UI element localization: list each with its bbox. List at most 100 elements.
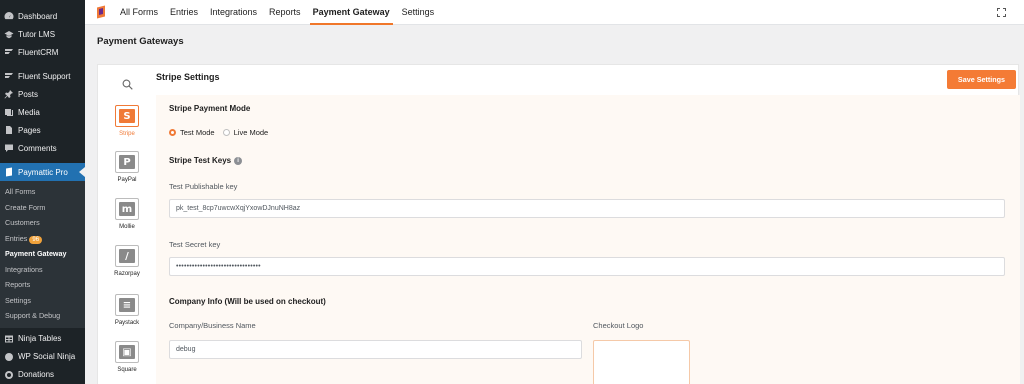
social-ninja-icon [4, 352, 14, 362]
pages-icon [4, 125, 14, 135]
gateway-label: Paystack [114, 320, 140, 326]
gateway-paystack[interactable]: ≡ Paystack [98, 294, 156, 326]
submenu-item-create-form[interactable]: Create Form [0, 200, 85, 216]
submenu-item-payment-gateway[interactable]: Payment Gateway [0, 246, 85, 262]
test-mode-radio[interactable] [169, 129, 176, 136]
secret-key-input[interactable]: •••••••••••••••••••••••••••••••• [169, 257, 1005, 276]
entries-count-badge: 96 [29, 235, 43, 244]
submenu-item-all-forms[interactable]: All Forms [0, 184, 85, 200]
paymattic-logo-icon [97, 5, 105, 18]
fluent-support-icon [4, 71, 14, 81]
square-icon: ▣ [119, 345, 135, 359]
submenu-item-integrations[interactable]: Integrations [0, 262, 85, 278]
sidebar-item-tutor-lms[interactable]: Tutor LMS [0, 25, 85, 43]
sidebar-item-label: Paymattic Pro [18, 167, 68, 177]
paymattic-icon [4, 167, 14, 177]
submenu-item-support-debug[interactable]: Support & Debug [0, 308, 85, 324]
submenu-item-customers[interactable]: Customers [0, 215, 85, 231]
test-mode-label: Test Mode [180, 128, 215, 137]
submenu-item-entries[interactable]: Entries 96 [0, 231, 85, 247]
table-icon [4, 334, 14, 344]
page-title: Payment Gateways [97, 36, 184, 47]
search-icon[interactable] [122, 79, 133, 90]
gateway-label: Razorpay [114, 271, 140, 277]
sidebar-item-wp-social-ninja[interactable]: WP Social Ninja [0, 348, 85, 366]
gateway-paypal[interactable]: P PayPal [98, 151, 156, 183]
mollie-icon: m [119, 202, 135, 216]
mortarboard-icon [4, 29, 14, 39]
media-icon [4, 107, 14, 117]
sidebar-item-fluent-support[interactable]: Fluent Support [0, 67, 85, 85]
submenu-item-reports[interactable]: Reports [0, 277, 85, 293]
sidebar-item-label: Donations [18, 370, 55, 379]
settings-title: Stripe Settings [156, 72, 220, 82]
gateway-square-logo: ▣ [115, 341, 139, 363]
sidebar-item-pages[interactable]: Pages [0, 121, 85, 139]
save-settings-button[interactable]: Save Settings [947, 70, 1016, 89]
donations-icon [4, 370, 14, 380]
payment-mode-heading: Stripe Payment Mode [169, 104, 251, 113]
submenu-item-settings[interactable]: Settings [0, 293, 85, 309]
nav-settings[interactable]: Settings [402, 0, 435, 25]
gateway-square[interactable]: ▣ Square [98, 341, 156, 373]
business-name-label: Company/Business Name [169, 321, 256, 330]
sidebar-item-label: Dashboard [18, 11, 58, 21]
sidebar-item-media[interactable]: Media [0, 103, 85, 121]
razorpay-icon: / [119, 249, 135, 263]
paystack-icon: ≡ [119, 298, 135, 312]
business-name-input[interactable]: debug [169, 340, 582, 359]
gateway-list: S Stripe P PayPal m Mollie / Razorpay ≡ … [98, 65, 156, 384]
sidebar-item-label: FluentCRM [18, 47, 59, 57]
nav-reports[interactable]: Reports [269, 0, 301, 25]
secret-key-label: Test Secret key [169, 240, 221, 249]
publishable-key-label: Test Publishable key [169, 182, 238, 191]
stripe-icon: S [119, 109, 135, 123]
gateway-razorpay-logo: / [115, 245, 139, 267]
gateway-label: PayPal [117, 177, 137, 183]
live-mode-radio[interactable] [222, 129, 230, 136]
test-keys-heading-text: Stripe Test Keys [169, 156, 232, 165]
sidebar-item-label: Fluent Support [18, 71, 71, 81]
live-mode-label: Live Mode [233, 128, 269, 137]
sidebar-item-comments[interactable]: Comments [0, 139, 85, 157]
sidebar-item-paymattic-pro[interactable]: Paymattic Pro [0, 163, 85, 181]
nav-payment-gateway[interactable]: Payment Gateway [309, 0, 393, 25]
gateway-label: Mollie [119, 224, 135, 230]
sidebar-item-dashboard[interactable]: Dashboard [0, 7, 85, 25]
sidebar-item-label: Media [18, 107, 40, 117]
paymattic-submenu: All Forms Create Form Customers Entries 9… [0, 181, 85, 328]
paypal-icon: P [119, 155, 135, 169]
sidebar-item-label: Pages [18, 125, 41, 135]
sidebar-item-ninja-tables[interactable]: Ninja Tables [0, 330, 85, 348]
fullscreen-icon[interactable] [997, 8, 1006, 17]
submenu-item-label: Entries [5, 233, 28, 243]
stripe-settings-panel: Stripe Payment Mode Test Mode Live Mode … [156, 95, 1020, 384]
sidebar-item-posts[interactable]: Posts [0, 85, 85, 103]
publishable-key-input[interactable]: pk_test_8cp7uwcwXqjYxowDJnuNH8az [169, 199, 1005, 218]
gateway-label: Stripe [119, 131, 135, 137]
sidebar-item-donations[interactable]: Donations [0, 366, 85, 384]
nav-integrations[interactable]: Integrations [210, 0, 257, 25]
sidebar-item-label: WP Social Ninja [18, 352, 76, 361]
company-info-heading: Company Info (Will be used on checkout) [169, 297, 326, 306]
gateway-razorpay[interactable]: / Razorpay [98, 245, 156, 277]
nav-entries[interactable]: Entries [170, 0, 198, 25]
payment-mode-radio-group: Test Mode Live Mode [169, 128, 276, 137]
gateway-stripe[interactable]: S Stripe [98, 105, 156, 137]
comment-icon [4, 143, 14, 153]
nav-all-forms[interactable]: All Forms [120, 0, 158, 25]
checkout-logo-upload[interactable] [593, 340, 690, 384]
gateway-label: Square [117, 367, 137, 373]
sidebar-item-label: Comments [18, 143, 57, 153]
sidebar-item-fluentcrm[interactable]: FluentCRM [0, 43, 85, 61]
gateway-mollie[interactable]: m Mollie [98, 198, 156, 230]
test-mode-option[interactable]: Test Mode [169, 128, 215, 137]
pin-icon [4, 89, 14, 99]
gateway-stripe-logo: S [115, 105, 139, 127]
sidebar-item-label: Tutor LMS [18, 29, 56, 39]
payment-gateway-card: S Stripe P PayPal m Mollie / Razorpay ≡ … [97, 64, 1020, 384]
sidebar-item-label: Posts [18, 89, 39, 99]
top-navigation: All Forms Entries Integrations Reports P… [85, 0, 1024, 25]
info-icon[interactable]: i [234, 156, 243, 165]
live-mode-option[interactable]: Live Mode [222, 128, 269, 137]
